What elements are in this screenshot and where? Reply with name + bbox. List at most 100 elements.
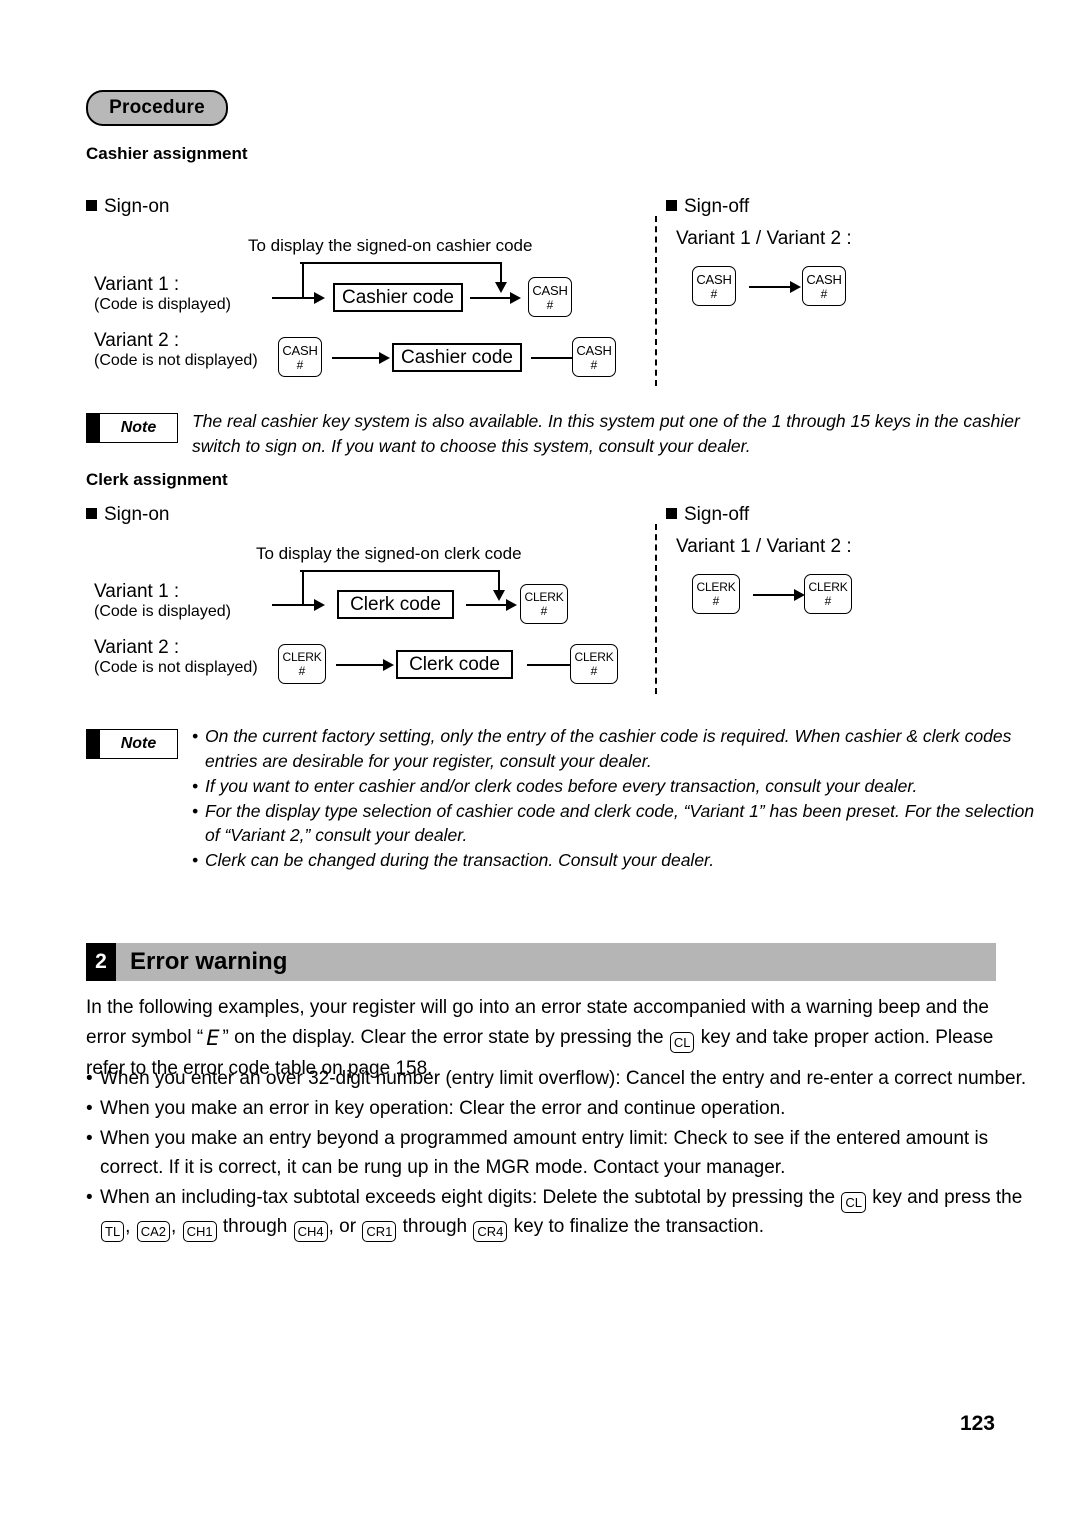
- cashier-v1-arrow2-line: [470, 297, 512, 299]
- cashier-variant1-title: Variant 1 :: [94, 274, 180, 295]
- cl-key-icon: CL: [841, 1191, 867, 1213]
- clerk-v1-arrow2-head: [506, 599, 517, 611]
- clerk-signon-label: Sign-on: [104, 504, 170, 525]
- clerk-section-divider: [655, 524, 657, 694]
- cash-key-signoff-start-sub: #: [710, 286, 718, 301]
- clerk-flow-caption: To display the signed-on clerk code: [256, 544, 522, 563]
- cr1-key-icon: CR1: [362, 1220, 397, 1242]
- note-2-bullet-1: On the current factory setting, only the…: [192, 724, 1040, 774]
- cashier-code-box-v1: Cashier code: [333, 283, 463, 312]
- cash-key-signoff-end-label: CASH: [806, 271, 842, 287]
- cashier-v2-arrow1-head: [379, 352, 390, 364]
- note-2-bullet-3: For the display type selection of cashie…: [192, 799, 1040, 849]
- ch1-key-icon: CH1: [182, 1220, 217, 1242]
- note-badge-1-block: [87, 414, 100, 442]
- section-2-bullet-4: When an including-tax subtotal exceeds e…: [86, 1184, 1031, 1242]
- clerk-v1-arrow1-head: [314, 599, 325, 611]
- clerk-v2-arrow1-line: [336, 664, 385, 666]
- clerk-key-signoff-start-sub: #: [712, 594, 720, 608]
- clerk-signoff-variants: Variant 1 / Variant 2 :: [676, 536, 852, 557]
- clerk-key-signoff-end: CLERK #: [804, 574, 852, 614]
- bullet-square-icon: [666, 200, 677, 211]
- clerk-variant1-sub: (Code is displayed): [94, 602, 231, 620]
- cashier-variant2-title: Variant 2 :: [94, 330, 180, 351]
- clerk-key-v1: CLERK #: [520, 584, 568, 624]
- clerk-v1-arrow2-line: [466, 604, 508, 606]
- cash-key-signoff-start-label: CASH: [696, 271, 732, 287]
- cash-key-v2-start: CASH #: [278, 337, 322, 377]
- note-badge-2-label: Note: [120, 735, 157, 752]
- clerk-v1-loop-right: [498, 570, 500, 592]
- clerk-variant1-label: Variant 1 : (Code is displayed): [94, 582, 231, 621]
- bullet-square-icon: [86, 508, 97, 519]
- clerk-key-v2-end-label: CLERK: [574, 650, 614, 664]
- clerk-key-v1-sub: #: [540, 604, 548, 618]
- cashier-assignment-title: Cashier assignment: [86, 144, 248, 163]
- clerk-v2-arrow1-head: [383, 659, 394, 671]
- note-badge-1: Note: [86, 413, 178, 443]
- clerk-key-v2-end-sub: #: [590, 664, 598, 678]
- cash-key-v1: CASH #: [528, 277, 572, 317]
- clerk-code-box-v1: Clerk code: [337, 590, 454, 619]
- cash-key-v2-end: CASH #: [572, 337, 616, 377]
- cashier-v1-loop-left: [302, 262, 304, 298]
- clerk-signon-heading: Sign-on: [86, 504, 170, 526]
- tl-key-icon: TL: [101, 1220, 125, 1242]
- cashier-v1-arrow1-line: [272, 297, 316, 299]
- section-2-number: 2: [86, 943, 116, 981]
- ca2-key-icon: CA2: [136, 1220, 171, 1242]
- last-bullet-through1: through: [217, 1215, 293, 1237]
- clerk-key-signoff-end-label: CLERK: [808, 580, 848, 594]
- cashier-signon-heading: Sign-on: [86, 196, 170, 218]
- clerk-variant1-title: Variant 1 :: [94, 581, 180, 602]
- clerk-variant2-label: Variant 2 : (Code is not displayed): [94, 638, 258, 677]
- clerk-key-v2-end: CLERK #: [570, 644, 618, 684]
- section-2-bullet-2: When you make an error in key operation:…: [86, 1095, 1031, 1124]
- last-bullet-sep1: ,: [125, 1215, 136, 1237]
- clerk-signoff-arrow-line: [753, 594, 796, 596]
- cash-key-v2-end-sub: #: [590, 357, 598, 372]
- cashier-v1-arrow2-head: [510, 292, 521, 304]
- cashier-v1-loop-arrowhead: [495, 282, 507, 293]
- cash-key-v2-start-sub: #: [296, 357, 304, 372]
- cashier-v1-loop-top: [300, 262, 502, 264]
- last-bullet-or: , or: [328, 1215, 362, 1237]
- last-bullet-part2: key and press the: [867, 1186, 1023, 1208]
- clerk-key-signoff-start: CLERK #: [692, 574, 740, 614]
- cashier-v1-loop-right: [500, 262, 502, 284]
- last-bullet-sep2: ,: [171, 1215, 182, 1237]
- clerk-assignment-title: Clerk assignment: [86, 470, 228, 489]
- note-badge-2-block: [87, 730, 100, 758]
- cash-key-v2-start-label: CASH: [282, 342, 318, 358]
- cash-key-v1-sub: #: [546, 297, 554, 312]
- cashier-signon-label: Sign-on: [104, 196, 170, 217]
- bullet-square-icon: [666, 508, 677, 519]
- clerk-key-v2-start-label: CLERK: [282, 650, 322, 664]
- cashier-signoff-label: Sign-off: [684, 196, 750, 217]
- clerk-v1-loop-top: [300, 570, 500, 572]
- cr4-key-icon: CR4: [473, 1220, 508, 1242]
- manual-page: Procedure Cashier assignment Sign-on To …: [0, 0, 1080, 1526]
- clerk-v1-loop-arrowhead: [493, 590, 505, 601]
- section-2-title: Error warning: [116, 943, 996, 981]
- clerk-v1-loop-left: [302, 570, 304, 606]
- cashier-variant2-sub: (Code is not displayed): [94, 351, 258, 369]
- cashier-variant2-label: Variant 2 : (Code is not displayed): [94, 331, 258, 370]
- last-bullet-through2: through: [397, 1215, 473, 1237]
- cashier-variant1-label: Variant 1 : (Code is displayed): [94, 275, 231, 314]
- cashier-v1-arrow1-head: [314, 292, 325, 304]
- clerk-variant2-title: Variant 2 :: [94, 637, 180, 658]
- clerk-key-signoff-start-label: CLERK: [696, 580, 736, 594]
- note-2-bullet-2: If you want to enter cashier and/or cler…: [192, 774, 1040, 799]
- cashier-code-box-v2: Cashier code: [392, 343, 522, 372]
- cashier-signoff-heading: Sign-off: [666, 196, 749, 218]
- cashier-signoff-arrow-line: [749, 286, 792, 288]
- note-2-bullet-4: Clerk can be changed during the transact…: [192, 848, 1040, 873]
- clerk-signoff-label: Sign-off: [684, 504, 750, 525]
- cash-key-v1-label: CASH: [532, 282, 568, 298]
- section-2-bullet-1: When you enter an over 32-digit number (…: [86, 1065, 1031, 1094]
- clerk-code-box-v2: Clerk code: [396, 650, 513, 679]
- clerk-v1-arrow1-line: [272, 604, 316, 606]
- clerk-key-v2-start: CLERK #: [278, 644, 326, 684]
- last-bullet-part1: When an including-tax subtotal exceeds e…: [100, 1186, 841, 1208]
